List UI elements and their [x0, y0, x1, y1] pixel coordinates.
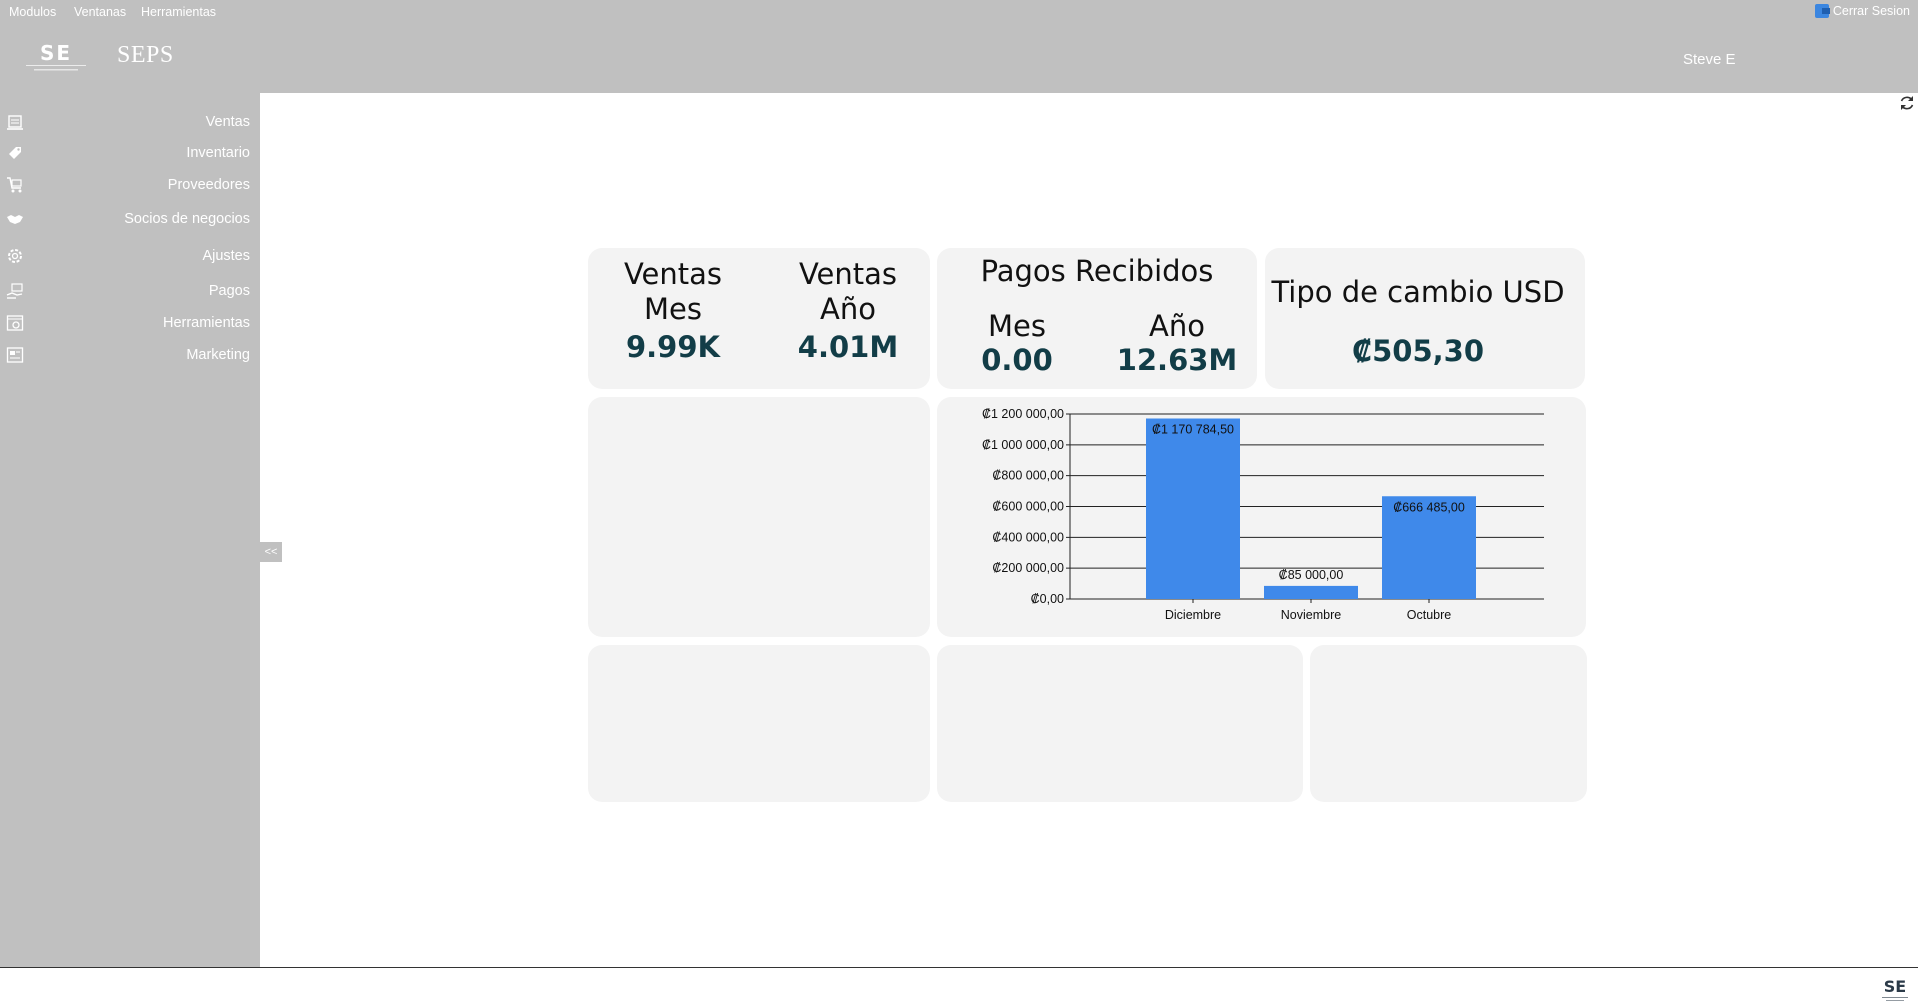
sidebar-item-inventario[interactable]: Inventario — [0, 139, 260, 167]
sidebar-item-ventas[interactable]: Ventas — [0, 108, 260, 136]
marketing-icon — [6, 347, 24, 363]
gear-icon — [8, 249, 22, 263]
sidebar-item-label: Ajustes — [202, 248, 250, 264]
empty-widget-card — [1310, 645, 1587, 802]
pagos-mes-value: 0.00 — [981, 343, 1053, 377]
user-name: Steve E — [1683, 51, 1736, 68]
app-title: SEPS — [117, 42, 174, 68]
svg-text:SE: SE — [1884, 977, 1906, 996]
y-tick-label: ₡200 000,00 — [992, 561, 1064, 575]
cart-icon — [7, 177, 22, 193]
footer-divider — [0, 967, 1918, 968]
sidebar-item-label: Herramientas — [162, 315, 250, 331]
x-tick-label: Noviembre — [1281, 608, 1341, 622]
ventas-anio-value: 4.01M — [797, 330, 899, 364]
exchange-rate-title: Tipo de cambio USD — [1271, 275, 1565, 309]
sidebar-item-pagos[interactable]: Pagos — [0, 277, 260, 305]
bar — [1264, 585, 1358, 599]
ventas-mes-value: 9.99K — [625, 330, 721, 364]
sidebar-item-label: Pagos — [208, 283, 250, 299]
sales-bar-chart: ₡0,00 ₡200 000,00 ₡400 000,00 ₡600 000,00 ₡8… — [982, 407, 1544, 622]
empty-widget-card — [588, 645, 930, 802]
register-icon — [7, 115, 23, 130]
sidebar-item-label: Marketing — [186, 347, 250, 363]
ventas-anio-label-line2: Año — [820, 292, 876, 326]
menu-ventanas[interactable]: Ventanas — [74, 5, 126, 19]
sidebar-item-socios[interactable]: Socios de negocios — [0, 205, 260, 233]
empty-widget-card — [937, 645, 1303, 802]
y-tick-label: ₡400 000,00 — [992, 530, 1064, 544]
logout-icon — [1814, 4, 1830, 18]
pagos-anio-value: 12.63M — [1116, 343, 1238, 377]
pagos-mes-label: Mes — [988, 309, 1046, 343]
sidebar-item-label: Socios de negocios — [124, 211, 250, 227]
bar-data-label: ₡1 170 784,50 — [1152, 423, 1234, 437]
logout-label: Cerrar Sesion — [1832, 4, 1910, 18]
bar — [1146, 418, 1240, 599]
sidebar-item-label: Proveedores — [167, 177, 250, 193]
sales-kpi-card: Ventas Mes 9.99K Ventas Año 4.01M — [588, 248, 930, 389]
sidebar: Ventas Inventario Proveedores Socios de … — [0, 93, 260, 968]
company-logo: SE — [26, 43, 86, 71]
y-tick-label: ₡600 000,00 — [992, 500, 1064, 514]
ventas-anio-label-line1: Ventas — [798, 257, 898, 291]
y-tick-label: ₡0,00 — [1031, 592, 1064, 606]
ventas-mes-label-line1: Ventas — [623, 257, 723, 291]
collapse-sidebar-button[interactable]: << — [260, 542, 282, 562]
sidebar-item-marketing[interactable]: Marketing — [0, 341, 260, 369]
ventas-mes-label: Ventas Mes — [598, 257, 748, 327]
top-bar: Modulos Ventanas Herramientas Cerrar Ses… — [0, 0, 1918, 93]
empty-widget-card — [588, 397, 930, 637]
y-tick-label: ₡1 000 000,00 — [982, 438, 1064, 452]
exchange-rate-card: Tipo de cambio USD ₡505,30 — [1265, 248, 1585, 389]
bar-data-label: ₡666 485,00 — [1393, 500, 1465, 514]
menu-modulos[interactable]: Modulos — [9, 5, 56, 19]
logout-button[interactable]: Cerrar Sesion — [1814, 4, 1910, 18]
payments-kpi-card: Pagos Recibidos Mes 0.00 Año 12.63M — [937, 248, 1257, 389]
sidebar-item-herramientas[interactable]: Herramientas — [0, 309, 260, 337]
sidebar-item-label: Inventario — [186, 145, 250, 161]
bar-data-label: ₡85 000,00 — [1279, 568, 1344, 582]
y-tick-label: ₡800 000,00 — [992, 469, 1064, 483]
y-tick-label: ₡1 200 000,00 — [982, 407, 1064, 421]
pagos-title: Pagos Recibidos — [980, 254, 1214, 288]
sidebar-item-proveedores[interactable]: Proveedores — [0, 171, 260, 199]
ventas-anio-label: Ventas Año — [773, 257, 923, 327]
refresh-icon[interactable] — [1898, 94, 1916, 112]
pagos-anio-label: Año — [1149, 309, 1205, 343]
sales-chart-card: ₡0,00 ₡200 000,00 ₡400 000,00 ₡600 000,00 ₡8… — [937, 397, 1586, 637]
x-tick-label: Diciembre — [1165, 608, 1221, 622]
menu-herramientas[interactable]: Herramientas — [141, 5, 216, 19]
handshake-icon — [7, 215, 23, 224]
exchange-rate-value: ₡505,30 — [1351, 334, 1485, 368]
svg-text:SE: SE — [40, 43, 72, 65]
sidebar-item-ajustes[interactable]: Ajustes — [0, 242, 260, 270]
payment-icon — [6, 283, 23, 299]
tools-icon — [6, 315, 24, 331]
x-tick-label: Octubre — [1407, 608, 1452, 622]
tag-icon — [9, 147, 21, 159]
ventas-mes-label-line2: Mes — [644, 292, 702, 326]
company-logo-footer: SE — [1882, 977, 1908, 1001]
sidebar-item-label: Ventas — [205, 114, 250, 130]
